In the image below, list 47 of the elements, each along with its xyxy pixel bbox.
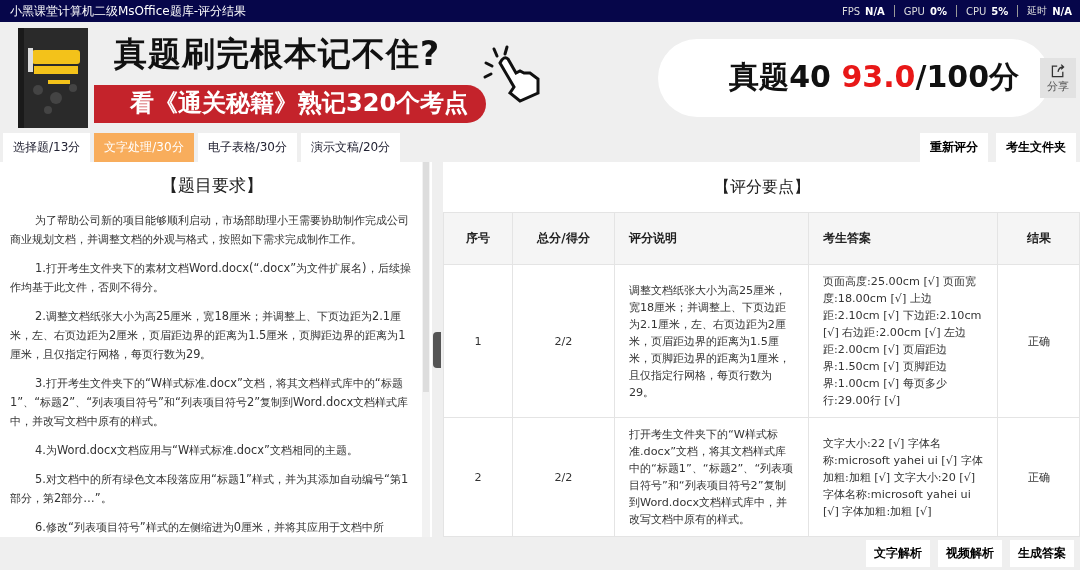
- stat-value: N/A: [865, 5, 885, 17]
- column-header: 结果: [997, 212, 1080, 265]
- table-cell: 页面高度:25.00cm [√] 页面宽度:18.00cm [√] 上边距:2.10cm [√] 下边距:2.10cm [√] 右边距:2.00cm [√] 左边距:2.00cm [√] 页眉距边界:1.50cm [√] 页脚距边界:1.00cm [√] 每页多少行:29.00行 [√]: [808, 264, 998, 418]
- table-cell: 正确: [997, 264, 1080, 418]
- table-cell: 打开考生文件夹下的“W样式标准.docx”文档，将其文档样式库中的“标题1”、“标题2”、“列表项目符号”和“列表项目符号2”复制到Word.docx文档样式库中，并改写文档中原有的样式。: [614, 417, 809, 537]
- stat-value: 0%: [929, 5, 947, 17]
- requirement-paragraph: 为了帮助公司新的项目能够顺利启动，市场部助理小王需要协助制作完成公司商业规划文档，并调整文档的外观与格式，按照如下需求完成制作工作。: [10, 212, 411, 248]
- score-text: 真题40 93.0/100分: [728, 58, 1019, 96]
- stat-label: CPU: [965, 5, 987, 17]
- column-header: 考生答案: [808, 212, 998, 265]
- requirement-paragraph: 1.打开考生文件夹下的素材文档Word.docx(“.docx”为文件扩展名)，后续操作均基于此文件，否则不得分。: [10, 260, 412, 296]
- table-cell: 2/2: [512, 264, 615, 418]
- tab[interactable]: 电子表格/30分: [197, 133, 297, 162]
- stat-label: GPU: [903, 5, 925, 17]
- requirement-paragraph: 2.调整文档纸张大小为高25厘米，宽18厘米；并调整上、下页边距为2.1厘米，左、右页边距为2厘米，页眉距边界的距离为1.5厘米，页脚距边界的距离为1厘米，且仅指定行网格，每页行数为29。: [10, 308, 407, 363]
- stat-label: 延时: [1027, 4, 1048, 18]
- banner-tagline: 看《通关秘籍》熟记320个考点: [94, 85, 487, 123]
- column-header: 序号: [443, 212, 513, 265]
- window-title: 小黑课堂计算机二级MsOffice题库-评分结果: [10, 2, 246, 20]
- table-cell: 2/2: [512, 417, 615, 537]
- panel-title: 【评分要点】: [712, 176, 811, 198]
- table-cell: 2: [443, 417, 513, 537]
- share-icon: [1050, 62, 1066, 79]
- action-button[interactable]: 重新评分: [920, 133, 988, 162]
- column-header: 总分/得分: [512, 212, 615, 265]
- footer-button[interactable]: 文字解析: [866, 540, 930, 567]
- table-cell: 正确: [997, 417, 1080, 537]
- column-header: 评分说明: [614, 212, 809, 265]
- table-cell: 1: [443, 264, 513, 418]
- footer-button[interactable]: 生成答案: [1010, 540, 1074, 567]
- table-cell: 调整文档纸张大小为高25厘米，宽18厘米；并调整上、下页边距为2.1厘米，左、右页边距为2厘米，页眉距边界的距离为1.5厘米，页脚距边界的距离为1厘米，且仅指定行网格，每页行数为29。: [614, 264, 809, 418]
- requirement-paragraph: 4.为Word.docx文档应用与“W样式标准.docx”文档相同的主题。: [34, 442, 359, 459]
- stat-value: 5%: [991, 5, 1009, 17]
- requirement-paragraph: 3.打开考生文件夹下的“W样式标准.docx”文档，将其文档样式库中的“标题1”、“标题2”、“列表项目符号”和“列表项目符号2”复制到Word.docx文档样式库中，并改写文档中原有的样式。: [10, 375, 410, 430]
- table-cell: 文字大小:22 [√] 字体名称:microsoft yahei ui [√] 字体加粗:加粗 [√] 文字大小:20 [√] 字体名称:microsoft yahei ui [√] 字体加粗:加粗 [√]: [808, 417, 998, 537]
- tab[interactable]: 演示文稿/20分: [300, 133, 401, 162]
- tab[interactable]: 选择题/13分: [3, 133, 91, 162]
- banner-headline: 真题刷完根本记不住?: [114, 33, 442, 75]
- footer-button[interactable]: 视频解析: [938, 540, 1002, 567]
- requirement-paragraph: 5.对文档中的所有绿色文本段落应用“标题1”样式，并为其添加自动编号“第1部分，第2部分…”。: [10, 471, 410, 507]
- stat-value: N/A: [1052, 5, 1072, 17]
- panel-title: 【题目要求】: [160, 174, 264, 197]
- action-button[interactable]: 考生文件夹: [996, 133, 1076, 162]
- stat-label: FPS: [841, 5, 861, 17]
- share-button[interactable]: 分享: [1040, 58, 1076, 98]
- requirement-paragraph: 6.修改“列表项目符号”样式的左侧缩进为0厘米，并将其应用于文档中所: [34, 519, 385, 536]
- splitter-handle[interactable]: [433, 331, 441, 368]
